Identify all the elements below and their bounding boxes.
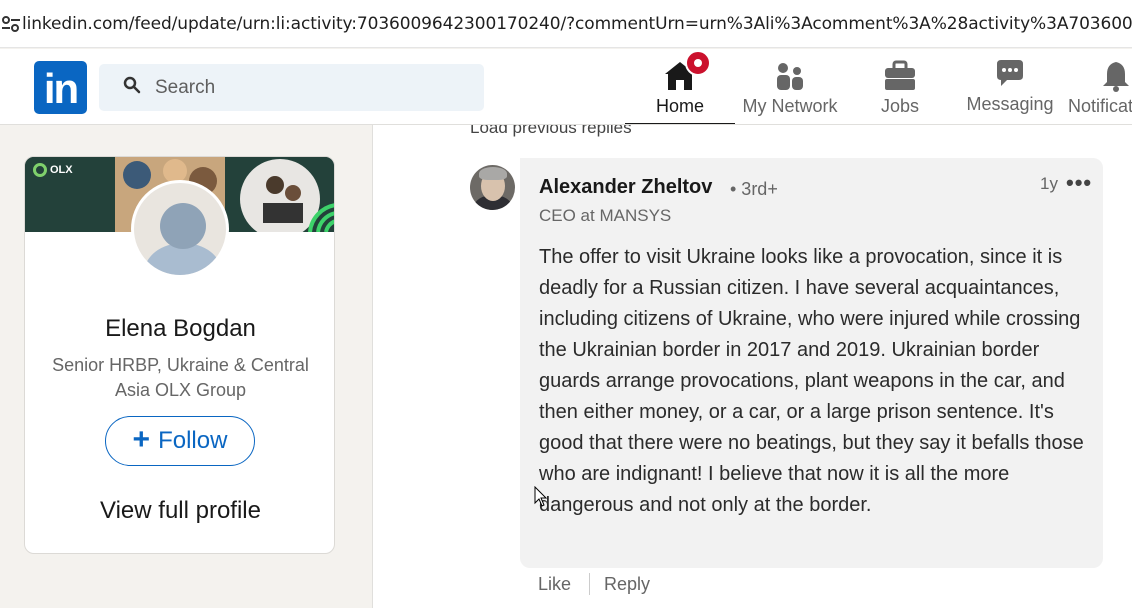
divider	[589, 573, 591, 595]
nav-my-network-label: My Network	[742, 96, 838, 116]
search-input[interactable]: Search	[155, 77, 215, 99]
nav-home[interactable]: Home	[625, 49, 735, 124]
comment-text: The offer to visit Ukraine looks like a …	[539, 246, 1084, 516]
nav-home-label: Home	[655, 96, 704, 116]
linkedin-logo[interactable]: in	[34, 61, 87, 114]
profile-name[interactable]: Elena Bogdan	[25, 315, 334, 343]
network-icon	[774, 52, 806, 92]
nav-messaging[interactable]: Messaging	[960, 49, 1060, 124]
reply-button[interactable]: Reply	[604, 574, 650, 595]
messaging-icon	[993, 50, 1027, 90]
plus-icon: +	[132, 422, 151, 456]
browser-address-bar[interactable]: linkedin.com/feed/update/urn:li:activity…	[0, 0, 1132, 48]
nav-messaging-label: Messaging	[966, 94, 1054, 114]
site-settings-icon[interactable]	[0, 0, 22, 47]
like-button[interactable]: Like	[538, 574, 571, 595]
feed-main: Load previous replies Alexander Zheltov …	[372, 125, 1132, 608]
more-options-icon[interactable]: •••	[1066, 170, 1092, 196]
olx-logo: OLX	[33, 163, 73, 177]
profile-avatar[interactable]	[131, 180, 229, 278]
nav-my-network[interactable]: My Network	[735, 49, 845, 124]
search-box[interactable]: Search	[99, 64, 484, 111]
profile-card: OLX Elena Bogdan Senior HRBP, Ukraine & …	[24, 156, 335, 554]
notification-badge	[685, 50, 711, 76]
home-icon	[663, 50, 711, 92]
author-headline: CEO at MANSYS	[539, 206, 672, 225]
load-previous-replies[interactable]: Load previous replies	[470, 125, 632, 138]
mouse-cursor-icon	[534, 485, 548, 513]
nav-jobs[interactable]: Jobs	[860, 49, 940, 124]
nav-notifications[interactable]: Notifications	[1068, 49, 1132, 124]
profile-headline: Senior HRBP, Ukraine & Central Asia OLX …	[52, 355, 309, 400]
comment-actions: Like Reply	[538, 573, 650, 595]
comment-bubble: Alexander Zheltov • 3rd+ CEO at MANSYS 1…	[520, 158, 1103, 568]
connection-degree: • 3rd+	[730, 179, 778, 199]
bell-icon	[1101, 52, 1131, 92]
nav-notifications-label: Notifications	[1068, 96, 1132, 116]
search-icon	[123, 76, 141, 99]
briefcase-icon	[883, 52, 917, 92]
url-text[interactable]: linkedin.com/feed/update/urn:li:activity…	[22, 14, 1132, 34]
view-full-profile-link[interactable]: View full profile	[25, 497, 334, 525]
comment-author[interactable]: Alexander Zheltov	[539, 176, 712, 199]
linkedin-global-nav: in Search Home My Network Jobs Messaging	[0, 49, 1132, 125]
commenter-avatar[interactable]	[470, 165, 515, 210]
follow-label: Follow	[158, 427, 228, 454]
comment-time: 1y	[1040, 174, 1058, 193]
follow-button[interactable]: + Follow	[105, 416, 255, 466]
nav-jobs-label: Jobs	[880, 96, 920, 116]
